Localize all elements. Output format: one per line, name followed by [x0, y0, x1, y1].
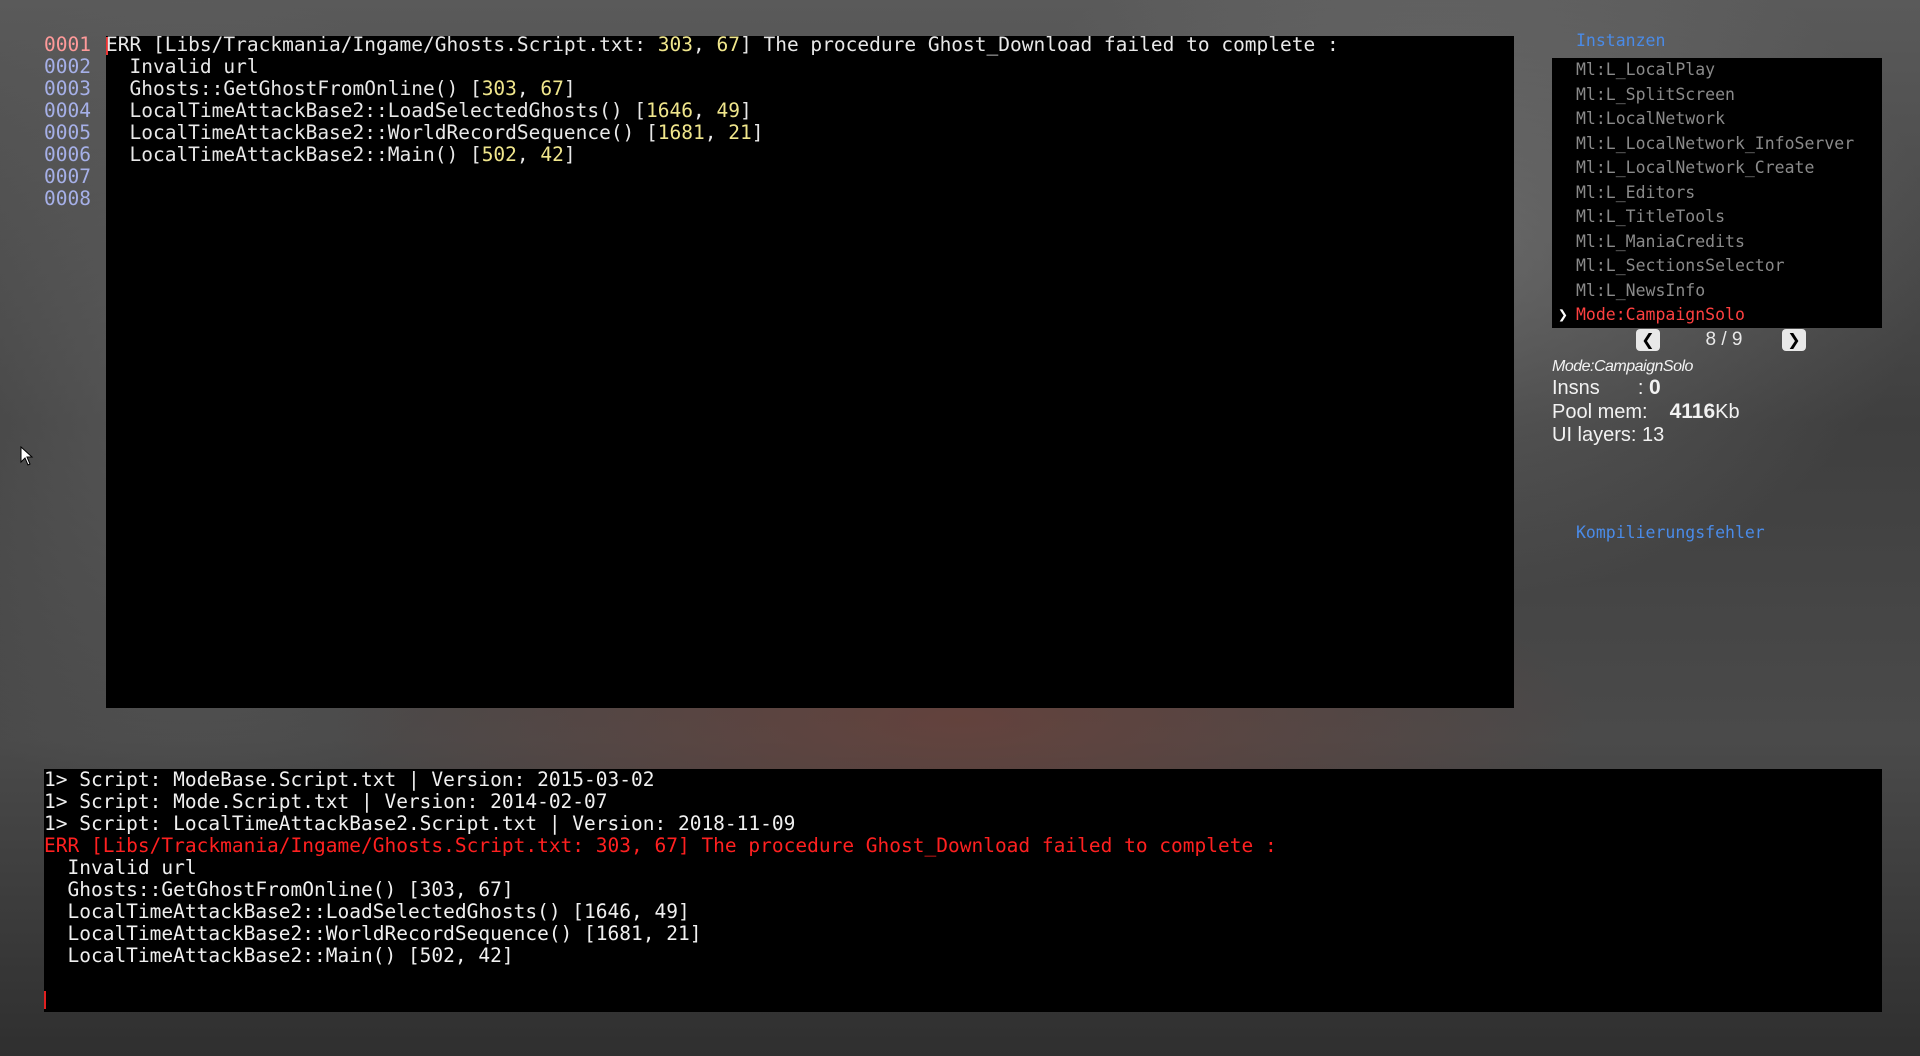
instance-info: Mode:CampaignSolo Insns: 0 Pool mem: 4116…: [1552, 358, 1740, 447]
code-text: ,: [693, 99, 717, 122]
instance-item[interactable]: Ml:L_SplitScreen: [1552, 83, 1882, 108]
code-text: ]: [739, 99, 752, 122]
code-text: ERR [Libs/Trackmania/Ingame/Ghosts.Scrip…: [106, 33, 658, 56]
console-error-line: ERR [Libs/Trackmania/Ingame/Ghosts.Scrip…: [44, 834, 1277, 857]
line-number-ref: 67: [540, 77, 564, 100]
instance-label: Mode:CampaignSolo: [1576, 305, 1745, 324]
info-pool-mem: Pool mem: 4116Kb: [1552, 400, 1740, 424]
editor-line-numbers: 0001 0002 0003 0004 0005 0006 0007 0008: [44, 34, 106, 210]
selected-chevron-icon: ❯: [1558, 305, 1568, 324]
instance-item[interactable]: Ml:LocalNetwork: [1552, 107, 1882, 132]
line-number: 0001: [44, 33, 91, 56]
console-line: LocalTimeAttackBase2::Main() [502, 42]: [44, 944, 514, 967]
line-number: 0007: [44, 165, 91, 188]
console-input-caret[interactable]: [44, 991, 46, 1009]
editor-line: LocalTimeAttackBase2::Main() [502, 42]: [106, 144, 1339, 166]
code-text: Invalid url: [106, 55, 259, 78]
console-line: LocalTimeAttackBase2::WorldRecordSequenc…: [44, 922, 702, 945]
instance-label: Ml:L_LocalNetwork_Create: [1576, 158, 1815, 177]
line-number-ref: 303: [657, 33, 694, 56]
insns-value: 0: [1648, 376, 1661, 399]
instance-item[interactable]: Ml:L_LocalNetwork_InfoServer: [1552, 132, 1882, 157]
instance-item[interactable]: Ml:L_LocalPlay: [1552, 58, 1882, 83]
code-text: ]: [563, 143, 576, 166]
line-number: 0005: [44, 121, 91, 144]
code-text: LocalTimeAttackBase2::WorldRecordSequenc…: [106, 121, 658, 144]
instance-item[interactable]: ❯ Mode:CampaignSolo: [1552, 303, 1882, 328]
instance-item[interactable]: Ml:L_TitleTools: [1552, 205, 1882, 230]
pool-value: 4116: [1669, 400, 1716, 423]
code-text: ,: [693, 33, 717, 56]
console-line: LocalTimeAttackBase2::LoadSelectedGhosts…: [44, 900, 690, 923]
instance-label: Ml:L_SectionsSelector: [1576, 256, 1785, 275]
info-insns: Insns: 0: [1552, 376, 1740, 400]
instance-label: Ml:L_NewsInfo: [1576, 280, 1706, 300]
line-number: 0004: [44, 99, 91, 122]
insns-label: Insns: [1552, 377, 1600, 399]
line-number-ref: 1681: [657, 121, 705, 144]
line-number-ref: 21: [728, 121, 752, 144]
line-number-ref: 303: [481, 77, 517, 100]
instance-item[interactable]: Ml:L_SectionsSelector: [1552, 254, 1882, 279]
editor-line: Invalid url: [106, 56, 1339, 78]
line-number-ref: 42: [540, 143, 564, 166]
console-line: Ghosts::GetGhostFromOnline() [303, 67]: [44, 878, 514, 901]
line-number: 0008: [44, 187, 91, 210]
code-text: Ghosts::GetGhostFromOnline() [: [106, 77, 482, 100]
line-number-ref: 49: [716, 99, 740, 122]
console-line: 1> Script: ModeBase.Script.txt | Version…: [44, 768, 655, 791]
prev-page-button[interactable]: ❮: [1636, 329, 1660, 351]
instance-item[interactable]: Ml:L_ManiaCredits: [1552, 230, 1882, 255]
instance-label: Ml:L_LocalNetwork_InfoServer: [1576, 133, 1855, 153]
line-number-ref: 67: [716, 33, 740, 56]
editor-line: ERR [Libs/Trackmania/Ingame/Ghosts.Scrip…: [106, 34, 1339, 56]
instance-pager: ❮ 8 / 9 ❯: [1636, 328, 1812, 354]
code-text: ,: [516, 77, 541, 100]
line-number: 0006: [44, 143, 91, 166]
instance-label: Ml:LocalNetwork: [1576, 109, 1726, 128]
editor-text[interactable]: ERR [Libs/Trackmania/Ingame/Ghosts.Scrip…: [106, 34, 1339, 210]
compile-errors-link[interactable]: Kompilierungsfehler: [1576, 522, 1765, 544]
pool-label: Pool mem:: [1552, 401, 1648, 423]
code-text: ,: [704, 121, 729, 144]
console-text: 1> Script: ModeBase.Script.txt | Version…: [44, 769, 1277, 967]
instance-label: Ml:L_TitleTools: [1576, 207, 1726, 226]
instance-label: Ml:L_LocalPlay: [1576, 60, 1716, 79]
page-indicator: 8 / 9: [1705, 329, 1743, 350]
instance-item[interactable]: Ml:L_Editors: [1552, 181, 1882, 206]
console-line: 1> Script: Mode.Script.txt | Version: 20…: [44, 790, 608, 813]
pool-unit: Kb: [1715, 401, 1740, 423]
info-ui-layers: UI layers: 13: [1552, 424, 1665, 446]
line-number-ref: 502: [481, 143, 517, 166]
script-editor[interactable]: ERR [Libs/Trackmania/Ingame/Ghosts.Scrip…: [106, 34, 1514, 708]
line-number: 0003: [44, 77, 91, 100]
code-text: ]: [751, 121, 764, 144]
instance-item[interactable]: Ml:L_NewsInfo: [1552, 279, 1882, 304]
insns-separator: :: [1637, 377, 1644, 399]
instance-label: Ml:L_SplitScreen: [1576, 84, 1735, 104]
console-line: 1> Script: LocalTimeAttackBase2.Script.t…: [44, 812, 796, 835]
instance-label: Ml:L_ManiaCredits: [1576, 231, 1745, 251]
line-number-ref: 1646: [646, 99, 694, 122]
editor-line: LocalTimeAttackBase2::WorldRecordSequenc…: [106, 122, 1339, 144]
code-text: LocalTimeAttackBase2::LoadSelectedGhosts…: [106, 99, 647, 122]
instance-list[interactable]: Ml:L_LocalPlay Ml:L_SplitScreen Ml:LocalNe…: [1552, 58, 1882, 328]
code-text: ] The procedure Ghost_Download failed to…: [739, 33, 1339, 56]
code-text: ,: [516, 143, 541, 166]
editor-line: LocalTimeAttackBase2::LoadSelectedGhosts…: [106, 100, 1339, 122]
instance-label: Ml:L_Editors: [1576, 182, 1696, 202]
line-number: 0002: [44, 55, 91, 78]
instance-item[interactable]: Ml:L_LocalNetwork_Create: [1552, 156, 1882, 181]
console-line: Invalid url: [44, 856, 197, 879]
next-page-button[interactable]: ❯: [1782, 329, 1806, 351]
code-text: ]: [563, 77, 576, 100]
instances-title[interactable]: Instanzen: [1576, 30, 1665, 52]
editor-line: Ghosts::GetGhostFromOnline() [303, 67]: [106, 78, 1339, 100]
mouse-cursor-icon: [20, 446, 34, 466]
output-console[interactable]: 1> Script: ModeBase.Script.txt | Version…: [44, 769, 1882, 1012]
code-text: LocalTimeAttackBase2::Main() [: [106, 143, 482, 166]
info-mode: Mode:CampaignSolo: [1552, 358, 1693, 375]
